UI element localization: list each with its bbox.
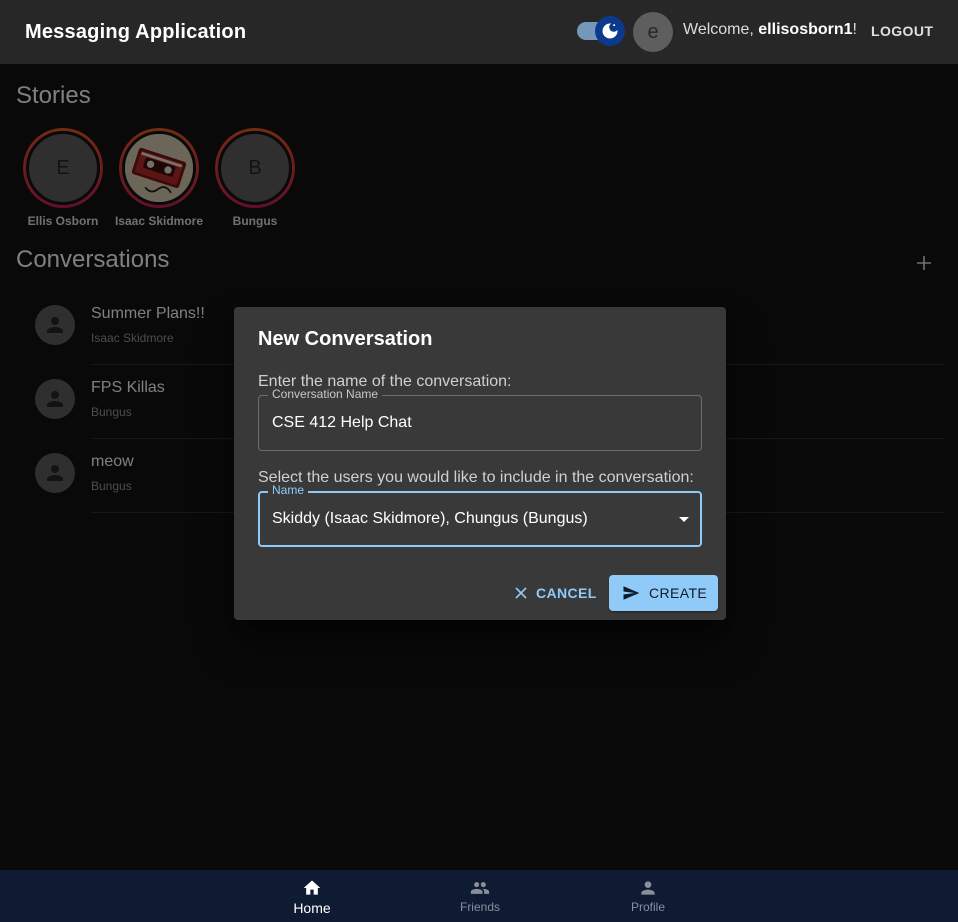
welcome-suffix: ! (852, 21, 857, 38)
new-conversation-dialog: New Conversation Enter the name of the c… (234, 307, 726, 620)
bottom-navigation: Home Friends Profile (0, 870, 958, 922)
welcome-username: ellisosborn1 (758, 21, 853, 38)
nav-profile-label: Profile (630, 900, 665, 914)
create-button[interactable]: CREATE (609, 575, 718, 611)
logout-button[interactable]: LOGOUT (862, 16, 942, 46)
conversation-name-label: Conversation Name (268, 387, 383, 401)
dropdown-arrow-icon[interactable] (679, 517, 689, 522)
home-icon (303, 880, 321, 895)
nav-profile[interactable]: Profile (593, 870, 703, 922)
person-icon (641, 881, 655, 895)
welcome-text: Welcome, ellisosborn1! (683, 21, 857, 39)
users-prompt: Select the users you would like to inclu… (258, 469, 694, 486)
user-avatar[interactable]: e (633, 12, 673, 52)
nav-home[interactable]: Home (257, 870, 367, 922)
cancel-button[interactable]: CANCEL (506, 575, 605, 611)
cancel-label: CANCEL (536, 585, 597, 601)
app-title: Messaging Application (25, 20, 247, 43)
users-select-value[interactable]: Skiddy (Isaac Skidmore), Chungus (Bungus… (272, 510, 588, 528)
users-select[interactable]: Name Skiddy (Isaac Skidmore), Chungus (B… (258, 483, 702, 547)
conversation-name-input[interactable]: CSE 412 Help Chat (272, 414, 412, 432)
toggle-thumb[interactable] (595, 16, 625, 46)
create-label: CREATE (649, 585, 708, 601)
nav-friends[interactable]: Friends (425, 870, 535, 922)
send-icon (623, 586, 640, 600)
nav-home-label: Home (293, 900, 331, 916)
users-select-label: Name (268, 483, 309, 497)
close-icon (515, 587, 527, 599)
welcome-prefix: Welcome, (683, 21, 759, 38)
dark-mode-toggle[interactable] (577, 13, 627, 49)
people-icon (470, 882, 490, 894)
moon-icon (602, 23, 618, 39)
conversation-name-field[interactable]: Conversation Name CSE 412 Help Chat (258, 387, 702, 451)
dialog-title: New Conversation (258, 328, 433, 350)
nav-friends-label: Friends (459, 900, 500, 914)
